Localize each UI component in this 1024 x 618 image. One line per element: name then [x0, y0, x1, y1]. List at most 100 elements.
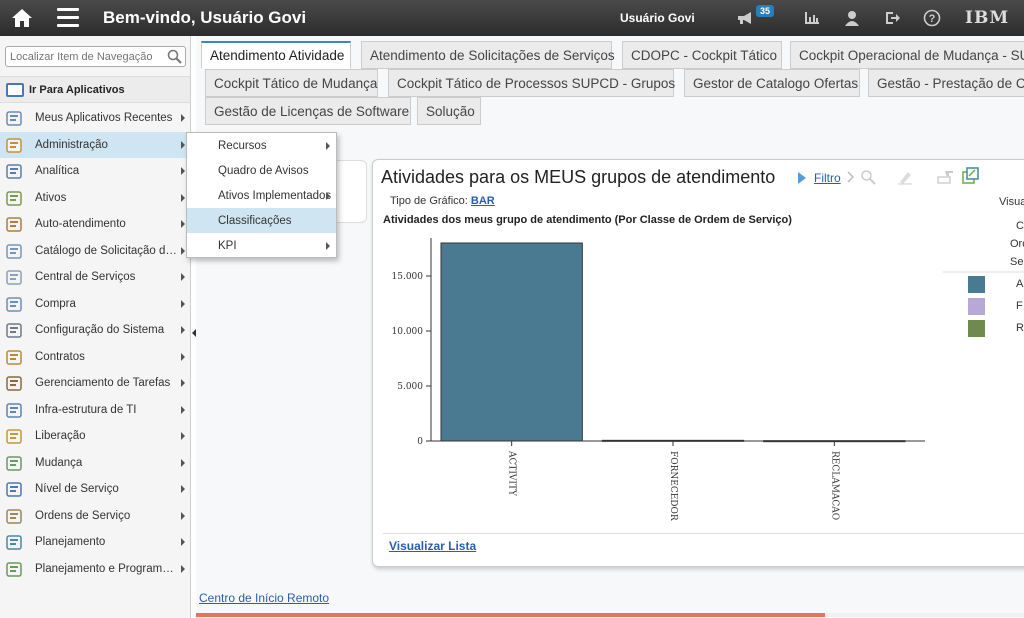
tab[interactable]: Cockpit Tático de Processos SUPCD - Grup…: [388, 69, 675, 97]
chevron-right-icon: [181, 432, 185, 440]
submenu-item[interactable]: Classificações: [187, 208, 336, 233]
sidebar-item[interactable]: Ativos: [0, 185, 190, 212]
chevron-right-icon: [181, 405, 185, 414]
nav-search-box[interactable]: [5, 46, 186, 67]
tab-label: Atendimento de Solicitações de Serviços: [370, 47, 615, 63]
tab-label: Gestão de Licenças de Software: [214, 103, 410, 119]
window-icon: [6, 82, 24, 97]
submenu-item[interactable]: Ativos Implementados: [187, 183, 336, 208]
sidebar-item[interactable]: Contratos: [0, 344, 190, 371]
left-navigation: Ir Para Aplicativos Meus Aplicativos Rec…: [0, 36, 191, 618]
tasks-icon: [5, 374, 25, 392]
remote-start-center-link[interactable]: Centro de Início Remoto: [199, 591, 329, 605]
nav-list: Meus Aplicativos Recentes Administração An…: [0, 105, 190, 582]
home-icon[interactable]: [10, 7, 34, 29]
svg-text:?: ?: [929, 13, 936, 25]
change-icon: [5, 454, 25, 472]
legend-swatch: [968, 276, 985, 293]
sidebar-item-label: Gerenciamento de Tarefas: [35, 377, 171, 390]
sidebar-item-label: Meus Aplicativos Recentes: [35, 112, 173, 125]
user-icon[interactable]: [842, 8, 862, 28]
sidebar-item-label: Contratos: [35, 350, 85, 363]
chevron-right-icon: [181, 299, 185, 308]
sidebar-item[interactable]: Planejamento e Programação: [0, 556, 190, 583]
chevron-right-icon: [326, 192, 330, 200]
tab[interactable]: Atendimento Atividade: [201, 41, 351, 69]
chevron-right-icon: [181, 511, 185, 520]
clock-icon: [5, 109, 25, 127]
progress-fill: [196, 613, 826, 617]
sidebar-item[interactable]: Administração: [0, 131, 190, 158]
submenu-item-label: Ativos Implementados: [218, 189, 332, 202]
search-icon[interactable]: [167, 49, 182, 64]
sidebar-item[interactable]: Liberação: [0, 423, 190, 450]
sidebar-item-label: Central de Serviços: [35, 271, 136, 284]
submenu-item[interactable]: KPI: [187, 233, 336, 258]
x-tick-label: FORNECEDOR: [668, 451, 678, 521]
tab[interactable]: Cockpit Tático de Mudança: [205, 69, 378, 97]
go-to-applications[interactable]: Ir Para Aplicativos: [0, 76, 190, 103]
logout-icon[interactable]: [882, 8, 902, 28]
sidebar-item-label: Liberação: [35, 430, 86, 443]
tab-label: Solução: [426, 103, 475, 119]
sidebar-item[interactable]: Analítica: [0, 158, 190, 185]
work-orders-icon: [5, 507, 25, 525]
submenu-item-label: Recursos: [218, 139, 267, 152]
megaphone-icon[interactable]: [735, 8, 755, 28]
divider: [383, 533, 1024, 534]
tab-label: CDOPC - Cockpit Tático: [631, 47, 778, 63]
view-list-link[interactable]: Visualizar Lista: [389, 539, 476, 553]
sidebar-item[interactable]: Ordens de Serviço: [0, 503, 190, 530]
submenu-item-label: Classificações: [218, 214, 292, 227]
contracts-icon: [5, 348, 25, 366]
tab[interactable]: Gestor de Catalogo Ofertas: [684, 69, 860, 97]
bar[interactable]: [440, 242, 583, 442]
sidebar-item[interactable]: Auto-atendimento: [0, 211, 190, 238]
sidebar-item[interactable]: Configuração do Sistema: [0, 317, 190, 344]
sidebar-item[interactable]: Infra-estrutura de TI: [0, 397, 190, 424]
sidebar-item[interactable]: Catálogo de Solicitação de ...: [0, 238, 190, 265]
legend-label: F: [1016, 300, 1023, 312]
sidebar-item[interactable]: Mudança: [0, 450, 190, 477]
tab[interactable]: CDOPC - Cockpit Tático: [622, 41, 782, 69]
release-lock-icon: [5, 427, 25, 445]
magnifier-icon: [5, 162, 25, 180]
sidebar-item[interactable]: Planejamento: [0, 529, 190, 556]
wrench-icon: [5, 136, 25, 154]
sidebar-item[interactable]: Meus Aplicativos Recentes: [0, 105, 190, 132]
sidebar-item-label: Planejamento e Programação: [35, 562, 178, 575]
tab[interactable]: Gestão de Licenças de Software: [205, 97, 411, 125]
chart-icon[interactable]: [802, 8, 822, 28]
sidebar-item-label: Compra: [35, 297, 76, 310]
sidebar-item-label: Auto-atendimento: [35, 218, 126, 231]
side-panel: [337, 160, 367, 223]
chevron-right-icon: [181, 114, 185, 122]
progress-bar: [196, 613, 1024, 617]
chevron-right-icon: [326, 242, 330, 250]
chevron-right-icon: [181, 220, 185, 228]
tab[interactable]: Gestão - Prestação de Co: [868, 69, 1024, 97]
sidebar-item-label: Administração: [35, 138, 108, 151]
tab[interactable]: Cockpit Operacional de Mudança - SUF: [790, 41, 1024, 69]
sidebar-item[interactable]: Gerenciamento de Tarefas: [0, 370, 190, 397]
tab[interactable]: Solução: [417, 97, 481, 125]
menu-icon[interactable]: [57, 8, 79, 28]
help-icon[interactable]: ?: [922, 8, 942, 28]
purchase-icon: [5, 295, 25, 313]
nav-search-input[interactable]: [6, 47, 161, 66]
legend-swatch: [968, 298, 985, 315]
notification-badge[interactable]: 35: [756, 5, 775, 17]
sidebar-item[interactable]: Compra: [0, 291, 190, 318]
sidebar-item-label: Configuração do Sistema: [35, 324, 165, 337]
sidebar-item[interactable]: Central de Serviços: [0, 264, 190, 291]
sidebar-item[interactable]: Nível de Serviço: [0, 476, 190, 503]
chevron-right-icon: [181, 246, 185, 255]
legend-label: R: [1016, 322, 1024, 334]
x-tick-label: ACTIVITY: [507, 450, 517, 497]
tab[interactable]: Atendimento de Solicitações de Serviços: [361, 41, 615, 69]
scheduling-icon: [5, 560, 25, 578]
submenu-item[interactable]: Quadro de Avisos: [187, 158, 336, 183]
chevron-right-icon: [181, 167, 185, 175]
submenu-item[interactable]: Recursos: [187, 133, 336, 158]
tab-label: Gestão - Prestação de Co: [877, 75, 1024, 91]
